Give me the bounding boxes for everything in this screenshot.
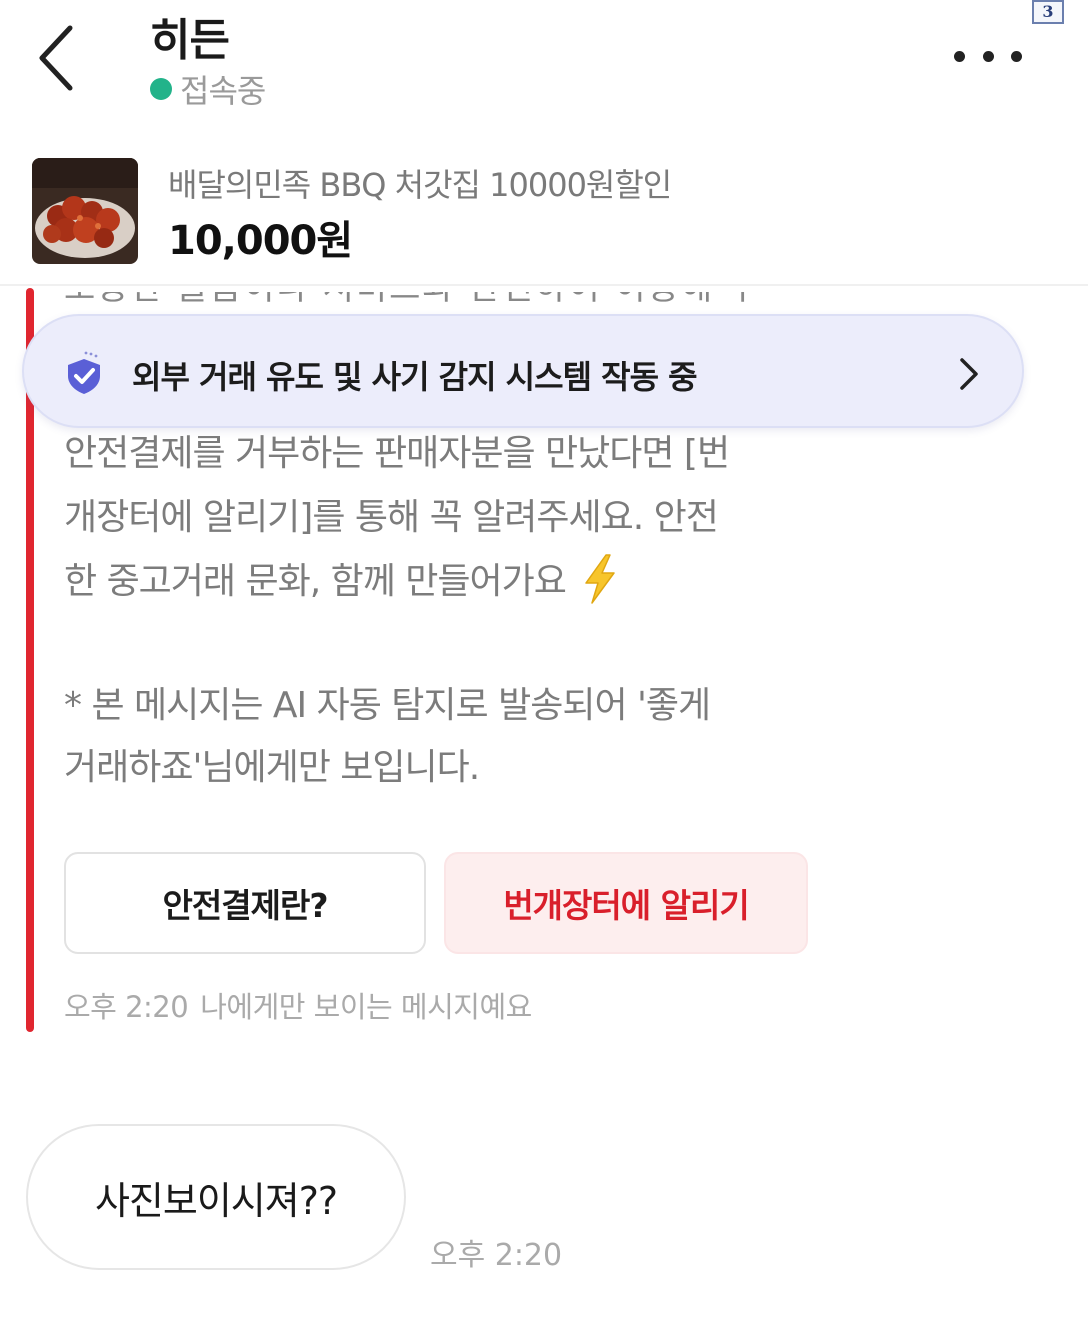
dot-icon <box>982 50 994 62</box>
chat-bubble-text: 사진보이시져?? <box>94 1178 338 1223</box>
dot-icon <box>1011 50 1022 62</box>
lightning-bolt-icon <box>585 554 615 604</box>
product-thumbnail[interactable] <box>32 158 138 264</box>
fried-chicken-image <box>32 158 138 264</box>
chat-bubble[interactable]: 사진보이시져?? <box>26 1124 406 1270</box>
message-line: * 본 메시지는 AI 자동 탐지로 발송되어 '좋게 <box>64 685 711 726</box>
chevron-right-icon <box>960 358 978 390</box>
message-line: 개장터에 알리기]를 통해 꼭 알려주세요. 안전 <box>64 497 719 538</box>
message-time: 오후 2:20 <box>430 1238 563 1273</box>
chevron-left-icon <box>39 25 73 91</box>
chat-title: 히든 <box>150 15 230 66</box>
message-time: 오후 2:20 <box>64 990 189 1024</box>
fraud-detection-banner[interactable]: 외부 거래 유도 및 사기 감지 시스템 작동 중 <box>22 314 1024 428</box>
visibility-note: 나에게만 보이는 메시지예요 <box>200 990 532 1024</box>
message-line: 한 중고거래 문화, 함께 만들어가요 <box>64 561 567 602</box>
online-status: 접속중 <box>150 66 266 112</box>
report-to-bunjang-button[interactable]: 번개장터에 알리기 <box>444 852 808 954</box>
banner-text: 외부 거래 유도 및 사기 감지 시스템 작동 중 <box>132 358 698 396</box>
corner-badge: 3 <box>1032 0 1064 24</box>
online-dot-icon <box>150 78 172 100</box>
status-text: 접속중 <box>180 72 266 110</box>
dot-icon <box>954 50 965 62</box>
back-button[interactable] <box>28 18 88 98</box>
message-line: 거래하죠'님에게만 보입니다. <box>64 747 480 788</box>
system-message-meta: 오후 2:20 나에게만 보이는 메시지예요 <box>64 984 532 1026</box>
product-name: 배달의민족 BBQ 처갓집 10000원할인 <box>168 166 672 204</box>
obscured-message-line: 소중한 물품이나 서비스와 관련하여 이용해 주세요 <box>64 292 764 314</box>
safe-payment-info-button[interactable]: 안전결제란? <box>64 852 426 954</box>
more-options-button[interactable] <box>948 36 1028 76</box>
message-line: 안전결제를 거부하는 판매자분을 만났다면 [번 <box>64 433 730 474</box>
divider <box>0 284 1088 286</box>
product-price: 10,000원 <box>168 218 353 264</box>
message-line-with-icon: 한 중고거래 문화, 함께 만들어가요 <box>64 552 620 609</box>
shield-check-icon <box>68 351 100 394</box>
